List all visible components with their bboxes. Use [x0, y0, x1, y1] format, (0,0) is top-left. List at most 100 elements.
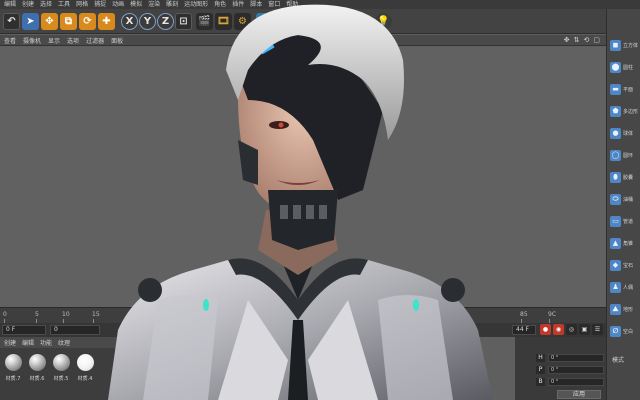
palette-item[interactable]: ● 球体	[610, 125, 640, 141]
palette-item[interactable]: ▲ 角锥	[610, 235, 640, 251]
material-label: 材质.5	[53, 376, 69, 382]
viewport-menu-item[interactable]: 选项	[67, 36, 79, 45]
menu-item[interactable]: 选择	[40, 0, 52, 9]
mode-label: 模式	[612, 357, 625, 364]
palette-item[interactable]: ▭ 管道	[610, 213, 640, 229]
sphere-icon: ●	[610, 127, 621, 139]
palette-item-label: 平面	[623, 86, 634, 93]
coordinate-value-field[interactable]: 0 °	[548, 365, 604, 374]
coordinate-value-field[interactable]: 0 °	[548, 377, 604, 386]
menu-item[interactable]: 编辑	[4, 0, 16, 9]
palette-item-label: 多边形	[623, 108, 639, 115]
palette-item[interactable]: ⬟ 多边形	[610, 103, 640, 119]
record-keyframe-icon[interactable]: ●	[540, 324, 551, 335]
palette-item[interactable]: ♟ 人偶	[610, 279, 640, 295]
viewport-menu-item[interactable]: 显示	[48, 36, 60, 45]
material-preview-ball	[28, 354, 46, 371]
palette-item-label: 立方体	[623, 42, 639, 49]
platonic-icon: ◆	[610, 259, 621, 271]
timeline-tick-label: 10	[62, 311, 70, 318]
material-preview-ball	[76, 354, 94, 371]
palette-item[interactable]: ⬮ 胶囊	[610, 169, 640, 185]
capsule-icon: ⬮	[610, 171, 621, 183]
keyframe-selection-icon[interactable]: ◎	[566, 324, 577, 335]
palette-item[interactable]: ⬤ 圆柱	[610, 59, 640, 75]
polygon-icon: ⬟	[610, 105, 621, 117]
autokey-icon[interactable]: ◉	[553, 324, 564, 335]
palette-item-label: 空白	[623, 328, 634, 335]
coordinate-value-field[interactable]: 0 °	[548, 353, 604, 362]
timeline-tick-label: 0	[3, 311, 7, 318]
pan-icon[interactable]: ✥	[564, 36, 570, 44]
playback-settings-icon[interactable]: ▣	[579, 324, 590, 335]
palette-item-label: 油桶	[623, 196, 634, 203]
coordinate-row: P0 °	[536, 365, 604, 374]
palette-item-label: 管道	[623, 218, 634, 225]
timeline-menu-icon[interactable]: ☰	[592, 324, 603, 335]
landscape-icon: ⛰	[610, 303, 621, 315]
material-preview-ball	[4, 354, 22, 371]
material-label: 材质.6	[29, 376, 45, 382]
current-frame-field[interactable]: 0 F	[2, 325, 46, 335]
object-palette: ◼ 立方体 ⬤ 圆柱 ▬ 平面 ⬟ 多边形 ● 球体 ◯ 圆环 ⬮ 胶囊 ⬭ 油桶 ▭ 管道 ▲ 角锥 ◆ 宝石 ♟ 人偶 ⛰ 地…	[606, 9, 640, 400]
apply-button[interactable]: 应用	[557, 390, 601, 399]
oil-tank-icon: ⬭	[610, 193, 621, 205]
pyramid-icon: ▲	[610, 237, 621, 249]
material-swatch[interactable]: 材质.7	[3, 354, 23, 382]
menu-item[interactable]: 创建	[22, 0, 34, 9]
palette-item-label: 角锥	[623, 240, 634, 247]
palette-item-label: 地形	[623, 306, 634, 313]
null-icon: ∅	[610, 325, 621, 337]
material-swatch[interactable]: 材质.5	[51, 354, 71, 382]
plane-icon: ▬	[610, 83, 621, 95]
coordinate-row: H0 °	[536, 353, 604, 362]
material-swatch[interactable]: 材质.4	[75, 354, 95, 382]
character-artwork	[108, 4, 493, 400]
material-menu-item[interactable]: 纹理	[58, 338, 70, 347]
palette-item[interactable]: ▬ 平面	[610, 81, 640, 97]
material-label: 材质.4	[77, 376, 93, 382]
material-menu-item[interactable]: 功能	[40, 338, 52, 347]
palette-item-label: 圆环	[623, 152, 634, 159]
timeline-tick-label: 5	[35, 311, 39, 318]
material-swatch[interactable]: 材质.6	[27, 354, 47, 382]
palette-item-label: 圆柱	[623, 64, 634, 71]
coordinates-panel: 应用 H0 ° P 0 ° B 0 °	[515, 337, 606, 400]
coordinate-row: B0 °	[536, 377, 604, 386]
undo-icon[interactable]: ↶	[3, 13, 20, 30]
material-label: 材质.7	[5, 376, 21, 382]
select-arrow-icon[interactable]: ➤	[22, 13, 39, 30]
palette-item[interactable]: ◯ 圆环	[610, 147, 640, 163]
material-preview-ball	[52, 354, 70, 371]
coordinate-axis-label: P	[536, 365, 545, 374]
material-menu-item[interactable]: 创建	[4, 338, 16, 347]
start-frame-field[interactable]: 0	[50, 325, 100, 335]
maximize-icon[interactable]: ▢	[593, 36, 600, 44]
palette-item[interactable]: ⬭ 油桶	[610, 191, 640, 207]
material-menu-item[interactable]: 编辑	[22, 338, 34, 347]
scale-icon[interactable]: ⧉	[60, 13, 77, 30]
coordinate-axis-label: H	[536, 353, 545, 362]
cylinder-icon: ⬤	[610, 61, 621, 73]
palette-item[interactable]: ⛰ 地形	[610, 301, 640, 317]
menu-item[interactable]: 工具	[58, 0, 70, 9]
menu-item[interactable]: 网格	[76, 0, 88, 9]
viewport-menu-item[interactable]: 查看	[4, 36, 16, 45]
coordinate-axis-label: B	[536, 377, 545, 386]
palette-item-label: 宝石	[623, 262, 634, 269]
viewport-menu-item[interactable]: 摄像机	[23, 36, 41, 45]
palette-item-label: 球体	[623, 130, 634, 137]
cube-icon: ◼	[610, 39, 621, 51]
palette-item[interactable]: ◼ 立方体	[610, 37, 640, 53]
move-icon[interactable]: ✥	[41, 13, 58, 30]
palette-item-label: 胶囊	[623, 174, 634, 181]
zoom-icon[interactable]: ⇅	[574, 36, 580, 44]
orbit-icon[interactable]: ⟲	[584, 36, 590, 44]
palette-item-label: 人偶	[623, 284, 634, 291]
torus-icon: ◯	[610, 149, 621, 161]
tube-icon: ▭	[610, 215, 621, 227]
viewport-nav-icons: ✥ ⇅ ⟲ ▢	[564, 36, 600, 44]
palette-item[interactable]: ∅ 空白	[610, 323, 640, 339]
palette-item[interactable]: ◆ 宝石	[610, 257, 640, 273]
rotate-icon[interactable]: ⟳	[79, 13, 96, 30]
